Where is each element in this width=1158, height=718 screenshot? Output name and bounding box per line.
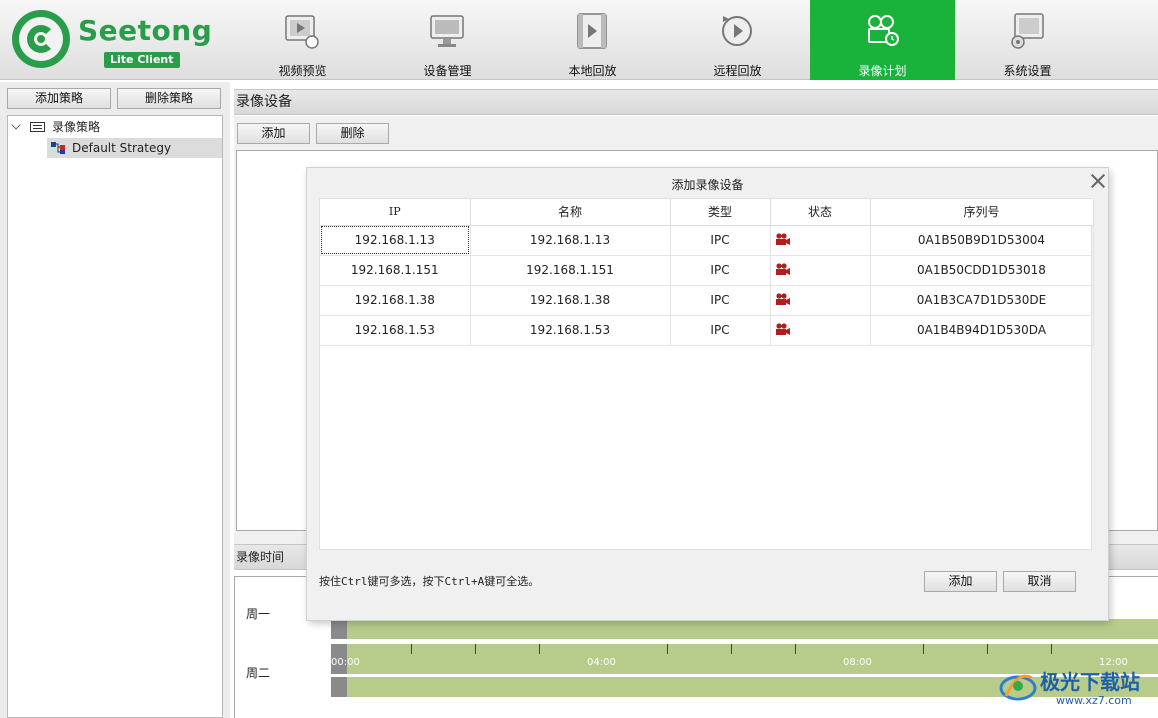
logo-text: Seetong xyxy=(78,14,213,47)
record-devices-header: 录像设备 xyxy=(234,89,1158,115)
tick-label: 00:00 xyxy=(331,657,360,668)
cell-status xyxy=(770,225,871,256)
watermark-url: www.xz7.com xyxy=(1056,694,1132,707)
local-playback-icon xyxy=(577,13,607,49)
strategy-panel: 添加策略 删除策略 录像策略 Default Strategy xyxy=(0,82,230,718)
nav-label: 系统设置 xyxy=(1003,64,1052,78)
table-row[interactable]: 192.168.1.53 192.168.1.53 IPC 0A1B4B94D1… xyxy=(320,315,1094,346)
column-header-name[interactable]: 名称 xyxy=(470,199,671,226)
multi-select-hint: 按住Ctrl键可多选，按下Ctrl+A键可全选。 xyxy=(319,575,540,588)
tree-item-default-strategy[interactable]: Default Strategy xyxy=(47,138,222,158)
timeline-monday[interactable]: 2:00 xyxy=(331,605,1158,639)
cell-ip: 192.168.1.151 xyxy=(320,255,471,286)
cell-status xyxy=(770,315,871,346)
cell-serial: 0A1B3CA7D1D530DE xyxy=(870,285,1094,316)
day-label-tuesday: 周二 xyxy=(246,666,271,680)
cell-type: IPC xyxy=(670,285,771,316)
cell-serial: 0A1B50CDD1D53018 xyxy=(870,255,1094,286)
cell-type: IPC xyxy=(670,225,771,256)
table-header-row: IP 名称 类型 状态 序列号 xyxy=(320,199,1094,226)
column-header-ip[interactable]: IP xyxy=(320,199,471,226)
timeline-start-marker xyxy=(331,619,347,639)
watermark-text: 极光下载站 xyxy=(1040,670,1140,694)
column-header-type[interactable]: 类型 xyxy=(670,199,771,226)
remote-playback-icon xyxy=(722,16,752,46)
tree-root-item[interactable]: 录像策略 xyxy=(8,117,222,137)
section-title: 录像时间 xyxy=(236,550,285,564)
cell-name: 192.168.1.13 xyxy=(470,225,671,256)
tree-root-label: 录像策略 xyxy=(52,120,101,134)
app-logo: Seetong Lite Client xyxy=(12,10,212,70)
day-label-monday: 周一 xyxy=(246,607,271,621)
tree-item-label: Default Strategy xyxy=(72,141,172,155)
nav-system-settings[interactable]: 系统设置 xyxy=(955,0,1100,80)
system-settings-icon xyxy=(1011,13,1044,49)
close-icon[interactable] xyxy=(1087,170,1109,192)
logo-badge: Lite Client xyxy=(104,52,180,68)
timeline-start-marker xyxy=(331,644,347,697)
tick-label: 04:00 xyxy=(587,657,616,668)
table-row[interactable]: 192.168.1.38 192.168.1.38 IPC 0A1B3CA7D1… xyxy=(320,285,1094,316)
cell-serial: 0A1B50B9D1D53004 xyxy=(870,225,1094,256)
nav-local-playback[interactable]: 本地回放 xyxy=(520,0,665,80)
video-preview-icon xyxy=(285,15,319,49)
nav-label: 远程回放 xyxy=(713,64,762,78)
chevron-down-icon[interactable] xyxy=(11,120,21,130)
device-table: IP 名称 类型 状态 序列号 192.168.1.13 192.168.1.1… xyxy=(319,198,1094,550)
cell-ip: 192.168.1.13 xyxy=(320,225,471,256)
strategy-item-icon xyxy=(51,142,65,154)
main-nav: 视频预览 设备管理 本地回放 远程回放 录像计划 系统设置 xyxy=(230,0,1100,80)
dialog-add-button[interactable]: 添加 xyxy=(924,571,997,592)
cell-ip: 192.168.1.38 xyxy=(320,285,471,316)
nav-remote-playback[interactable]: 远程回放 xyxy=(665,0,810,80)
dialog-title: 添加录像设备 xyxy=(671,178,744,192)
nav-device-management[interactable]: 设备管理 xyxy=(375,0,520,80)
cell-type: IPC xyxy=(670,315,771,346)
cell-serial: 0A1B4B94D1D530DA xyxy=(870,315,1094,346)
strategy-tree: 录像策略 Default Strategy xyxy=(7,115,223,718)
table-row[interactable]: 192.168.1.151 192.168.1.151 IPC 0A1B50CD… xyxy=(320,255,1094,286)
cell-name: 192.168.1.151 xyxy=(470,255,671,286)
column-header-status[interactable]: 状态 xyxy=(770,199,871,226)
delete-device-button[interactable]: 删除 xyxy=(316,123,389,144)
watermark: 极光下载站 www.xz7.com xyxy=(998,664,1154,714)
camera-status-icon xyxy=(776,293,790,306)
nav-label: 本地回放 xyxy=(568,64,617,78)
table-row[interactable]: 192.168.1.13 192.168.1.13 IPC 0A1B50B9D1… xyxy=(320,225,1094,256)
cell-status xyxy=(770,255,871,286)
device-management-icon xyxy=(430,15,464,47)
dialog-cancel-button[interactable]: 取消 xyxy=(1003,571,1076,592)
camera-status-icon xyxy=(776,233,790,246)
camera-status-icon xyxy=(776,323,790,336)
cell-type: IPC xyxy=(670,255,771,286)
add-device-button[interactable]: 添加 xyxy=(237,123,310,144)
cell-status xyxy=(770,285,871,316)
nav-label: 设备管理 xyxy=(423,64,472,78)
top-toolbar: Seetong Lite Client 视频预览 设备管理 本地回放 远程回放 … xyxy=(0,0,1158,80)
cell-name: 192.168.1.53 xyxy=(470,315,671,346)
app-window: Seetong Lite Client 视频预览 设备管理 本地回放 远程回放 … xyxy=(0,0,1158,718)
strategy-folder-icon xyxy=(30,122,45,132)
nav-video-preview[interactable]: 视频预览 xyxy=(230,0,375,80)
column-header-serial[interactable]: 序列号 xyxy=(870,199,1094,226)
section-title: 录像设备 xyxy=(236,94,292,110)
nav-label: 录像计划 xyxy=(858,64,907,78)
cell-name: 192.168.1.38 xyxy=(470,285,671,316)
tick-label: 08:00 xyxy=(843,657,872,668)
cell-ip: 192.168.1.53 xyxy=(320,315,471,346)
watermark-logo-icon xyxy=(999,674,1037,701)
camera-status-icon xyxy=(776,263,790,276)
delete-strategy-button[interactable]: 删除策略 xyxy=(117,88,221,109)
recording-plan-icon xyxy=(868,15,899,46)
add-record-device-dialog: 添加录像设备 IP 名称 类型 状态 序列号 192.168.1.13 192.… xyxy=(307,168,1108,620)
nav-label: 视频预览 xyxy=(278,64,327,78)
nav-recording-plan[interactable]: 录像计划 xyxy=(810,0,955,80)
add-strategy-button[interactable]: 添加策略 xyxy=(7,88,111,109)
